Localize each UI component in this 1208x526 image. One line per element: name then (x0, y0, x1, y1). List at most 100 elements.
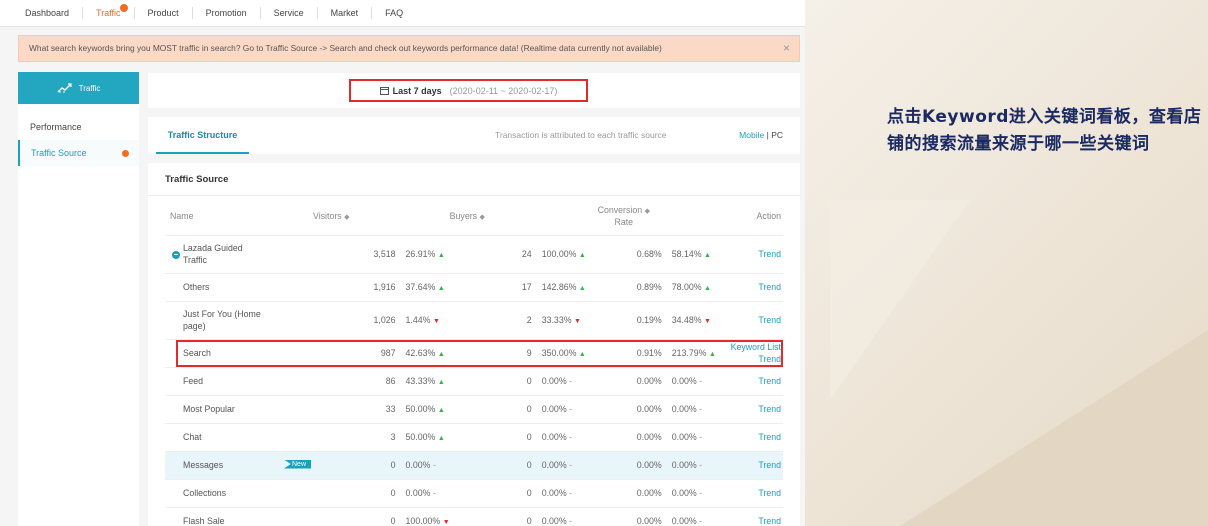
pct-value: 0.00% (541, 516, 567, 526)
pct-value: 50.00% (405, 432, 436, 442)
tab-traffic-structure[interactable]: Traffic Structure (156, 117, 249, 154)
close-icon[interactable]: × (783, 36, 790, 61)
table-row: Lazada Guided Traffic 3,518 26.91% ▲ 24 100.… (165, 235, 783, 274)
up-arrow-icon: ▲ (437, 351, 445, 358)
card-title: Traffic Source (148, 163, 800, 196)
up-arrow-icon: ▲ (578, 351, 586, 358)
flat-arrow-icon: - (699, 516, 703, 526)
col-visitors[interactable]: Visitors ◆ (313, 197, 396, 236)
pct-change: 34.48% ▼ (661, 301, 720, 340)
flat-arrow-icon: - (569, 488, 573, 498)
nav-item-dashboard[interactable]: Dashboard (12, 7, 84, 19)
pct-change: 0.00% - (395, 451, 450, 480)
pct-value: 0.00% (671, 516, 697, 526)
separator: | (766, 130, 769, 140)
pct-change: 37.64% ▲ (395, 273, 450, 302)
date-picker[interactable]: Last 7 days (2020-02-11 ~ 2020-02-17) (349, 79, 588, 102)
pct-change: 213.79% ▲ (661, 339, 720, 368)
source-name: Lazada Guided Traffic (183, 243, 243, 265)
action-cell: Trend (719, 479, 783, 508)
pct-change: 0.00% - (531, 395, 586, 424)
nav-item-market[interactable]: Market (318, 7, 373, 19)
trend-link[interactable]: Trend (758, 460, 781, 470)
pct-value: 350.00% (541, 348, 577, 358)
pct-change: 0.00% - (531, 507, 586, 526)
flat-arrow-icon: - (699, 376, 703, 386)
down-arrow-icon: ▼ (704, 318, 711, 325)
sidebar-header[interactable]: Traffic (18, 72, 139, 104)
pc-toggle[interactable]: PC (771, 130, 783, 140)
source-name: Feed (183, 376, 204, 386)
nav-item-promotion[interactable]: Promotion (193, 7, 261, 19)
keyword-list-link[interactable]: Keyword List (731, 342, 781, 352)
pct-value: 0.00% (671, 460, 697, 470)
trend-link[interactable]: Trend (758, 516, 781, 526)
nav-item-traffic[interactable]: Traffic (83, 4, 135, 19)
up-arrow-icon: ▲ (437, 252, 445, 259)
calendar-icon (379, 87, 389, 95)
visitors-cell: 0 (313, 507, 396, 526)
pct-value: 0.00% (405, 460, 431, 470)
date-range: (2020-02-11 ~ 2020-02-17) (449, 85, 558, 96)
source-name: Search (183, 348, 211, 358)
notification-dot (119, 4, 128, 12)
action-cell: Trend (719, 235, 783, 274)
pct-change: 100.00% ▼ (395, 507, 450, 526)
flat-arrow-icon: - (699, 488, 703, 498)
pct-value: 0.00% (541, 460, 567, 470)
buyers-cell: 0 (449, 479, 532, 508)
pct-change: 0.00% - (661, 451, 720, 480)
col-buyers[interactable]: Buyers ◆ (449, 197, 532, 236)
trend-link[interactable]: Trend (758, 376, 781, 386)
pct-value: 0.00% (671, 432, 697, 442)
pct-change: 0.00% - (661, 507, 720, 526)
col-conversion-label2: Rate (614, 216, 634, 227)
up-arrow-icon: ▲ (437, 407, 445, 414)
pct-change: 0.00% - (661, 479, 720, 508)
table-body: Lazada Guided Traffic 3,518 26.91% ▲ 24 100.… (165, 235, 783, 526)
col-conversion[interactable]: Conversion ◆ Rate (585, 197, 662, 236)
conversion-cell: 0.91% (585, 339, 662, 368)
pct-change: 0.00% - (661, 423, 720, 452)
pct-change: 0.00% - (531, 479, 586, 508)
table-row: Search 987 42.63% ▲ 9 350.00% ▲ 0.91% 213.79% … (165, 339, 783, 368)
pct-value: 100.00% (405, 516, 441, 526)
trend-link[interactable]: Trend (758, 404, 781, 414)
trend-link[interactable]: Trend (758, 315, 781, 325)
conversion-cell: 0.19% (585, 301, 662, 340)
action-cell: Trend (719, 273, 783, 302)
buyers-cell: 9 (449, 339, 532, 368)
sidebar: Traffic Performance Traffic Source (18, 72, 139, 526)
nav-item-service[interactable]: Service (261, 7, 318, 19)
nav-item-faq[interactable]: FAQ (372, 7, 416, 19)
nav-item-product[interactable]: Product (135, 7, 193, 19)
visitors-cell: 1,916 (313, 273, 396, 302)
pct-value: 142.86% (541, 282, 577, 292)
collapse-icon[interactable] (172, 250, 180, 259)
buyers-cell: 2 (449, 301, 532, 340)
flat-arrow-icon: - (699, 432, 703, 442)
pct-change: 43.33% ▲ (395, 367, 450, 396)
pct-value: 100.00% (541, 249, 577, 259)
buyers-cell: 0 (449, 423, 532, 452)
name-cell: Collections (165, 479, 313, 508)
action-cell: Trend (719, 507, 783, 526)
trend-link[interactable]: Trend (758, 354, 781, 364)
mobile-toggle[interactable]: Mobile (739, 130, 764, 140)
up-arrow-icon: ▲ (578, 285, 586, 292)
pct-change: 142.86% ▲ (531, 273, 586, 302)
name-cell: Feed (165, 367, 313, 396)
trend-link[interactable]: Trend (758, 249, 781, 259)
trend-link[interactable]: Trend (758, 432, 781, 442)
pct-change: 0.00% - (395, 479, 450, 508)
date-label: Last 7 days (392, 85, 442, 96)
trend-link[interactable]: Trend (758, 488, 781, 498)
action-cell: Trend (719, 451, 783, 480)
down-arrow-icon: ▼ (442, 519, 450, 526)
trend-link[interactable]: Trend (758, 282, 781, 292)
pct-value: 0.00% (405, 488, 431, 498)
sidebar-item-performance[interactable]: Performance (18, 114, 139, 140)
sidebar-item-traffic-source[interactable]: Traffic Source (18, 140, 139, 166)
up-arrow-icon: ▲ (437, 285, 445, 292)
pct-value: 26.91% (405, 249, 436, 259)
